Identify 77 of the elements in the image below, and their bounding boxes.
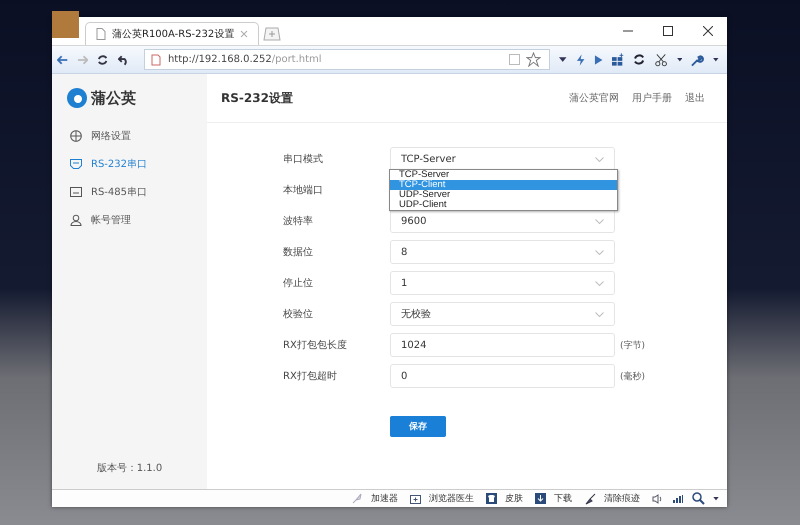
new-tab-icon[interactable]: [263, 27, 282, 41]
status-bar-item[interactable]: 清除痕迹: [604, 492, 640, 505]
select-field[interactable]: 无校验: [390, 302, 615, 326]
page-title: RS-232设置: [221, 90, 293, 106]
sync-icon[interactable]: [633, 53, 646, 66]
save-button[interactable]: 保存: [390, 416, 446, 437]
broom-icon[interactable]: [584, 492, 596, 504]
field-label: RX打包超时: [283, 370, 338, 383]
serial-port-icon: [70, 187, 82, 197]
wrench-icon[interactable]: [691, 52, 704, 66]
sidebar-item[interactable]: RS-232串口: [52, 150, 207, 178]
header-link[interactable]: 蒲公英官网: [569, 91, 619, 105]
sidebar-item[interactable]: 帐号管理: [52, 206, 207, 234]
field-label: 数据位: [283, 246, 314, 259]
address-bar[interactable]: http://192.168.0.252/port.html: [144, 49, 550, 70]
logo-icon: [67, 88, 87, 108]
dropdown-option[interactable]: UDP-Server: [390, 190, 617, 200]
shirt-icon[interactable]: [486, 493, 497, 504]
undo-icon[interactable]: [118, 54, 129, 66]
field-label: 波特率: [283, 214, 314, 228]
chart-icon[interactable]: [672, 494, 684, 504]
caret-icon[interactable]: [713, 496, 719, 500]
status-bar-item[interactable]: 皮肤: [505, 492, 523, 505]
chevron-down-icon: [595, 156, 604, 162]
browser-tab[interactable]: 蒲公英R100A-RS-232设置: [85, 22, 260, 45]
version-text: 版本号：1.1.0: [96, 462, 164, 475]
header-link[interactable]: 用户手册: [632, 91, 672, 105]
lightning-icon[interactable]: [576, 54, 585, 66]
caret-icon[interactable]: [676, 58, 682, 62]
star-icon[interactable]: [526, 52, 542, 67]
sidebar-item[interactable]: RS-485串口: [52, 178, 207, 206]
globe-icon: [70, 130, 82, 142]
unit-label: (毫秒): [620, 370, 646, 382]
scissors-icon[interactable]: [654, 52, 668, 66]
apps-icon[interactable]: [612, 53, 624, 66]
chevron-down-icon: [595, 280, 604, 286]
zoom-icon[interactable]: [692, 492, 705, 505]
select-field[interactable]: TCP-Server: [390, 147, 615, 171]
status-bar-item[interactable]: 下载: [554, 492, 572, 505]
maximize-icon[interactable]: [663, 26, 673, 36]
page-icon: [150, 54, 162, 66]
download-icon[interactable]: [535, 493, 546, 504]
select-field[interactable]: 1: [390, 271, 615, 295]
unit-label: (字节): [620, 340, 646, 352]
input-field[interactable]: 1024: [390, 333, 615, 357]
page-icon: [96, 28, 106, 40]
field-label: 本地端口: [283, 184, 324, 197]
back-arrow-icon[interactable]: [57, 54, 68, 64]
header-link[interactable]: 退出: [685, 91, 705, 105]
logo-text: 蒲公英: [91, 88, 136, 108]
user-icon: [70, 214, 82, 226]
tab-title: 蒲公英R100A-RS-232设置: [112, 28, 234, 41]
close-icon[interactable]: [703, 26, 713, 36]
select-field[interactable]: 9600: [390, 209, 615, 233]
play-icon[interactable]: [594, 54, 604, 66]
caret-icon[interactable]: [713, 58, 720, 62]
first-aid-icon[interactable]: [410, 494, 421, 504]
status-bar-item[interactable]: 加速器: [371, 492, 398, 505]
dropdown-option[interactable]: UDP-Client: [390, 200, 617, 210]
field-label: 校验位: [283, 308, 314, 321]
field-label: 停止位: [283, 276, 314, 290]
input-field[interactable]: 0: [390, 364, 615, 388]
refresh-icon[interactable]: [97, 54, 109, 66]
status-bar-item[interactable]: 浏览器医生: [429, 492, 474, 505]
dropdown-option[interactable]: TCP-Server: [390, 170, 617, 180]
url-text: http://192.168.0.252/port.html: [168, 54, 322, 65]
sidebar-item[interactable]: 网络设置: [52, 122, 207, 150]
chevron-down-icon: [595, 250, 604, 254]
chevron-down-icon: [595, 218, 604, 224]
chevron-down-icon: [595, 312, 604, 316]
speaker-icon[interactable]: [652, 494, 664, 504]
caret-icon[interactable]: [559, 56, 567, 62]
avatar-placeholder: [52, 11, 79, 38]
field-label: 串口模式: [283, 152, 324, 166]
serial-port-icon: [70, 159, 82, 169]
select-field[interactable]: 8: [390, 240, 615, 264]
field-label: RX打包包长度: [283, 338, 348, 352]
